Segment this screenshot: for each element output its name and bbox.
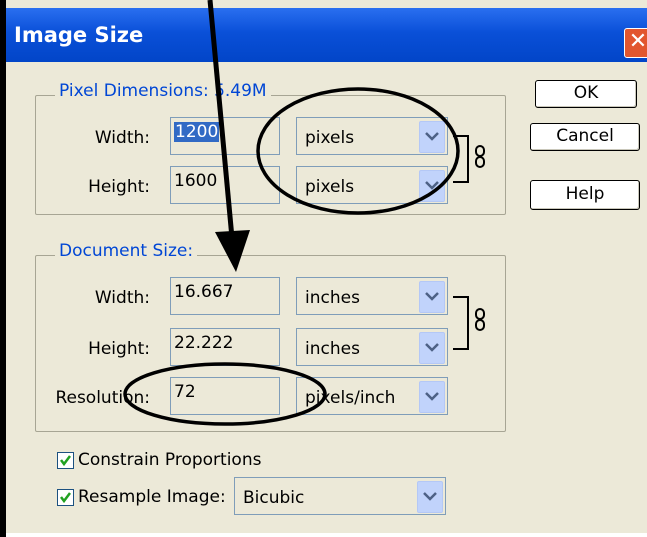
pixel-width-input[interactable]: 1200 (170, 117, 280, 155)
pixel-width-unit-select[interactable]: pixels (296, 117, 448, 155)
constrain-proportions-checkbox[interactable] (57, 452, 74, 469)
title-bar[interactable]: Image Size ✕ (6, 8, 647, 62)
pixel-width-value: 1200 (174, 122, 220, 142)
resolution-unit: pixels/inch (305, 388, 396, 408)
checkmark-icon (60, 492, 71, 504)
pixel-link-bracket (453, 135, 469, 183)
checkmark-icon (60, 455, 71, 467)
chevron-down-icon[interactable] (419, 170, 445, 202)
pixel-height-unit-select[interactable]: pixels (296, 166, 448, 204)
cancel-button[interactable]: Cancel (530, 123, 640, 151)
document-height-unit: inches (305, 339, 360, 359)
chevron-down-icon[interactable] (419, 381, 445, 413)
chain-link-icon (475, 308, 485, 331)
document-width-label: Width: (94, 288, 150, 308)
chevron-down-icon[interactable] (417, 481, 443, 513)
cancel-button-label: Cancel (556, 126, 614, 146)
pixel-height-label: Height: (88, 177, 150, 197)
help-button-label: Help (565, 184, 605, 204)
constrain-proportions-label: Constrain Proportions (78, 450, 262, 470)
document-height-unit-select[interactable]: inches (296, 328, 448, 366)
help-button[interactable]: Help (530, 180, 640, 210)
pixel-width-unit: pixels (305, 128, 355, 148)
pixel-height-value: 1600 (174, 171, 218, 191)
pixel-height-input[interactable]: 1600 (170, 166, 280, 204)
pixel-height-unit: pixels (305, 177, 355, 197)
chain-link-icon (475, 145, 485, 168)
chevron-down-icon[interactable] (419, 281, 445, 313)
close-icon: ✕ (628, 29, 647, 54)
document-width-unit-select[interactable]: inches (296, 277, 448, 315)
resample-image-checkbox[interactable] (57, 489, 74, 506)
document-size-legend: Document Size: (55, 241, 198, 261)
document-height-value: 22.222 (174, 333, 234, 353)
document-height-input[interactable]: 22.222 (170, 328, 280, 366)
close-button[interactable]: ✕ (624, 28, 647, 58)
document-width-unit: inches (305, 288, 360, 308)
document-width-input[interactable]: 16.667 (170, 277, 280, 315)
pixel-width-label: Width: (94, 128, 150, 148)
resolution-value: 72 (174, 382, 196, 402)
document-height-label: Height: (88, 339, 150, 359)
resolution-input[interactable]: 72 (170, 377, 280, 415)
image-size-dialog: Image Size ✕ Pixel Dimensions: 5.49M Wid… (6, 0, 647, 533)
resample-image-label: Resample Image: (78, 487, 226, 507)
document-link-bracket (453, 296, 469, 350)
resample-method: Bicubic (243, 488, 305, 508)
resample-method-select[interactable]: Bicubic (234, 477, 446, 515)
dialog-title: Image Size (14, 23, 144, 47)
ok-button-label: OK (573, 83, 599, 103)
pixel-dimensions-legend: Pixel Dimensions: 5.49M (55, 81, 271, 101)
chevron-down-icon[interactable] (419, 121, 445, 153)
ok-button[interactable]: OK (535, 80, 637, 108)
resolution-unit-select[interactable]: pixels/inch (296, 377, 448, 415)
document-width-value: 16.667 (174, 282, 234, 302)
resolution-label: Resolution: (55, 388, 150, 408)
chevron-down-icon[interactable] (419, 332, 445, 364)
